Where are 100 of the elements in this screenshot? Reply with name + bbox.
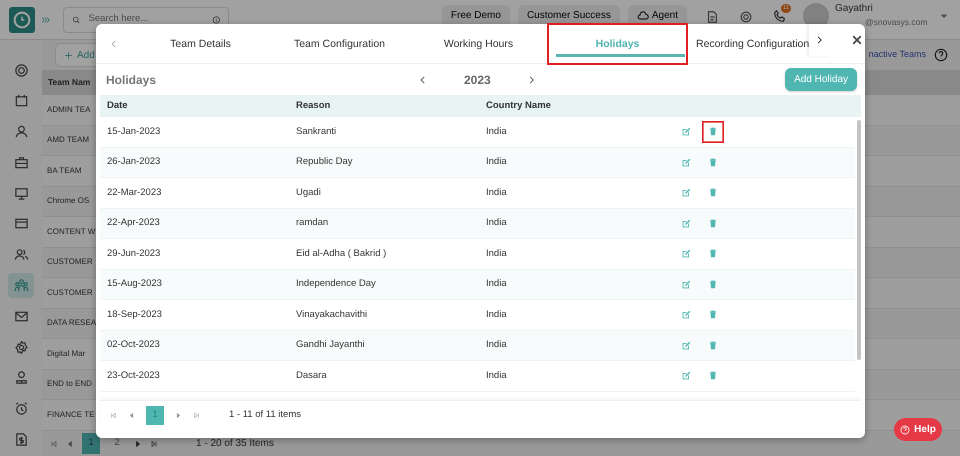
- edit-icon[interactable]: [681, 340, 692, 351]
- table-cell: AMD TEAM: [47, 134, 90, 146]
- section-title: Holidays: [106, 72, 158, 88]
- table-cell: CUSTOMER: [47, 256, 93, 268]
- table-cell-text: Sankranti: [296, 124, 338, 139]
- table-cell-text: Eid al-Adha ( Bakrid ): [296, 246, 388, 261]
- year-label: 2023: [464, 72, 491, 88]
- trash-icon[interactable]: [708, 248, 718, 260]
- edit-icon[interactable]: [681, 218, 692, 229]
- table-cell: DATA RESEA: [47, 317, 96, 330]
- sidebar-item[interactable]: [8, 273, 34, 298]
- trash-icon[interactable]: [708, 309, 718, 320]
- close-icon[interactable]: [851, 34, 864, 46]
- trash-icon[interactable]: [708, 340, 718, 351]
- user-email: @snovasys.com: [865, 16, 928, 28]
- table-cell-text: 15-Aug-2023: [106, 277, 163, 292]
- edit-icon[interactable]: [681, 309, 692, 320]
- user-name: Gayathri: [835, 2, 874, 16]
- info-icon: [212, 14, 220, 26]
- tab[interactable]: Holidays: [548, 24, 687, 64]
- settings-icon: [14, 340, 28, 355]
- search-input[interactable]: Search here...: [88, 12, 204, 27]
- table-cell-text: 29-Jun-2023: [106, 246, 162, 261]
- table-cell-text: Independence Day: [296, 277, 377, 292]
- user-badge-icon: [14, 370, 28, 386]
- document-icon[interactable]: [705, 10, 719, 24]
- table-cell-text: India: [486, 308, 508, 322]
- column-header: Team Nam: [48, 76, 90, 89]
- page-summary: 1 - 20 of 35 Items: [196, 437, 274, 451]
- alarm-icon: [14, 401, 28, 416]
- table-cell-text: Ugadi: [296, 186, 322, 200]
- help-icon[interactable]: [934, 48, 948, 62]
- tab[interactable]: Working Hours: [409, 24, 548, 64]
- edit-icon[interactable]: [681, 156, 692, 168]
- column-header: Date: [106, 98, 129, 113]
- add-holiday-button[interactable]: Add Holiday: [785, 68, 857, 91]
- edit-icon[interactable]: [681, 248, 692, 260]
- logo-icon[interactable]: [9, 6, 35, 32]
- page-button[interactable]: 1: [82, 433, 100, 454]
- table-cell: Chrome OS: [47, 195, 90, 208]
- table-cell: FINANCE TE: [47, 408, 94, 421]
- table-cell-text: India: [486, 368, 508, 383]
- page-summary: 1 - 11 of 11 items: [229, 408, 301, 422]
- table-cell-text: 22-Apr-2023: [106, 216, 161, 230]
- scrollbar[interactable]: [857, 120, 861, 360]
- invoice-icon: [14, 432, 28, 447]
- table-cell: CUSTOMER: [47, 286, 93, 299]
- edit-icon[interactable]: [681, 278, 692, 290]
- briefcase-icon: [14, 154, 28, 170]
- table-cell: ADMIN TEA: [47, 104, 90, 116]
- tab[interactable]: Recording Configuration: [687, 24, 810, 64]
- edit-icon[interactable]: [681, 187, 692, 198]
- trash-icon[interactable]: [708, 218, 718, 229]
- trash-icon[interactable]: [708, 156, 718, 168]
- column-header: Reason: [296, 98, 332, 113]
- page-button[interactable]: 2: [108, 433, 126, 454]
- last-page-icon[interactable]: [193, 412, 200, 418]
- table-cell: CONTENT W: [47, 226, 96, 238]
- table-cell-text: India: [486, 186, 508, 200]
- people-icon: [14, 247, 28, 262]
- trash-icon[interactable]: [708, 187, 718, 198]
- next-page-icon[interactable]: [175, 412, 182, 418]
- table-cell-text: India: [486, 216, 508, 230]
- trash-icon[interactable]: [708, 370, 718, 382]
- trash-icon[interactable]: [708, 278, 718, 290]
- monitor-icon: [14, 186, 28, 201]
- prev-page-icon[interactable]: [128, 412, 135, 418]
- table-cell-text: India: [486, 338, 508, 352]
- person-icon: [14, 124, 28, 140]
- table-cell-text: Gandhi Jayanthi: [296, 338, 366, 352]
- table-cell-text: 23-Oct-2023: [106, 368, 161, 383]
- table-cell-text: 22-Mar-2023: [106, 186, 162, 200]
- calendar-icon: [14, 93, 28, 108]
- table-cell-text: Vinayakachavithi: [296, 308, 368, 322]
- table-cell-text: 15-Jan-2023: [106, 124, 162, 139]
- phone-icon[interactable]: [773, 9, 787, 24]
- last-page-icon[interactable]: [150, 440, 158, 448]
- table-cell-text: 02-Oct-2023: [106, 338, 161, 352]
- table-cell-text: India: [486, 155, 508, 170]
- table-cell: BA TEAM: [47, 164, 82, 177]
- table-cell-text: India: [486, 277, 508, 292]
- edit-icon[interactable]: [681, 370, 692, 382]
- table-cell-text: Dasara: [296, 368, 328, 383]
- table-cell-text: India: [486, 246, 508, 261]
- edit-icon[interactable]: [681, 126, 692, 138]
- table-cell-text: India: [486, 124, 508, 139]
- table-cell-text: Republic Day: [296, 155, 354, 170]
- first-page-icon[interactable]: [50, 440, 58, 448]
- tab[interactable]: Team Configuration: [270, 24, 409, 64]
- search-icon: [72, 14, 80, 26]
- caret-icon[interactable]: [940, 12, 948, 20]
- table-cell-text: 18-Sep-2023: [106, 308, 163, 322]
- prev-page-icon[interactable]: [66, 440, 74, 448]
- trash-icon[interactable]: [708, 126, 718, 138]
- mail-icon: [14, 308, 28, 324]
- header-button[interactable]: Free Demo: [442, 4, 510, 26]
- table-cell: END to END: [47, 378, 92, 390]
- target-icon: [14, 62, 28, 78]
- first-page-icon[interactable]: [110, 412, 117, 418]
- help-button[interactable]: Help: [894, 418, 942, 441]
